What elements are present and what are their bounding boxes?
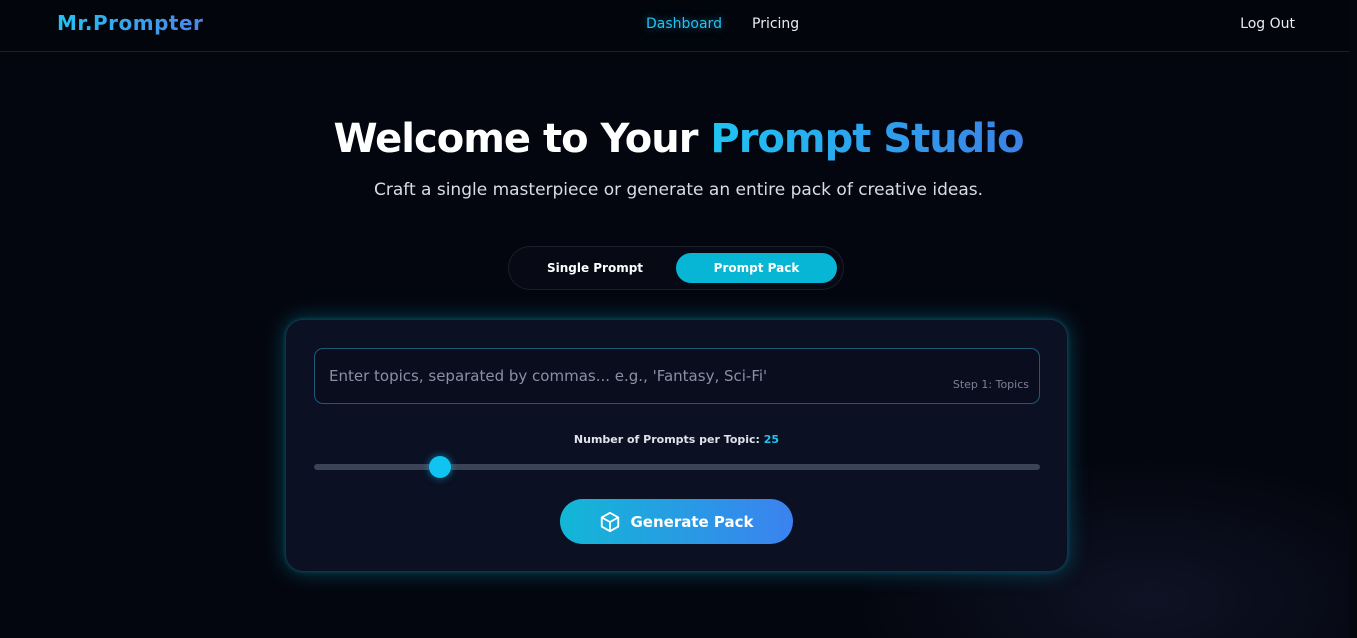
prompt-pack-tab[interactable]: Prompt Pack	[676, 253, 837, 283]
topics-input[interactable]	[315, 349, 1039, 403]
generate-pack-button[interactable]: Generate Pack	[560, 499, 793, 544]
page-title-accent: Prompt Studio	[710, 116, 1024, 162]
prompt-pack-card: Step 1: Topics Number of Prompts per Top…	[285, 319, 1068, 572]
slider-label: Number of Prompts per Topic: 25	[286, 433, 1067, 446]
page-title-prefix: Welcome to Your	[333, 116, 711, 162]
nav-link-dashboard[interactable]: Dashboard	[646, 16, 722, 32]
generate-pack-label: Generate Pack	[630, 512, 754, 531]
topics-field: Step 1: Topics	[314, 348, 1040, 404]
slider-value: 25	[763, 433, 780, 446]
step-label: Step 1: Topics	[952, 378, 1029, 391]
page-scrollbar[interactable]	[1349, 0, 1357, 638]
nav-link-pricing[interactable]: Pricing	[752, 16, 799, 32]
prompts-per-topic-slider[interactable]	[314, 464, 1040, 470]
page-subtitle: Craft a single masterpiece or generate a…	[373, 180, 984, 200]
logout-link[interactable]: Log Out	[1240, 16, 1295, 32]
slider-label-text: Number of Prompts per Topic:	[573, 433, 760, 446]
mode-toggle: Single Prompt Prompt Pack	[508, 246, 844, 290]
page-title: Welcome to Your Prompt Studio	[0, 116, 1357, 162]
single-prompt-tab[interactable]: Single Prompt	[517, 253, 673, 283]
brand-logo[interactable]: Mr.Prompter	[57, 11, 203, 35]
cube-icon	[599, 511, 621, 533]
top-navigation: Mr.Prompter Dashboard Pricing Log Out	[0, 0, 1357, 52]
slider-thumb[interactable]	[429, 456, 451, 478]
